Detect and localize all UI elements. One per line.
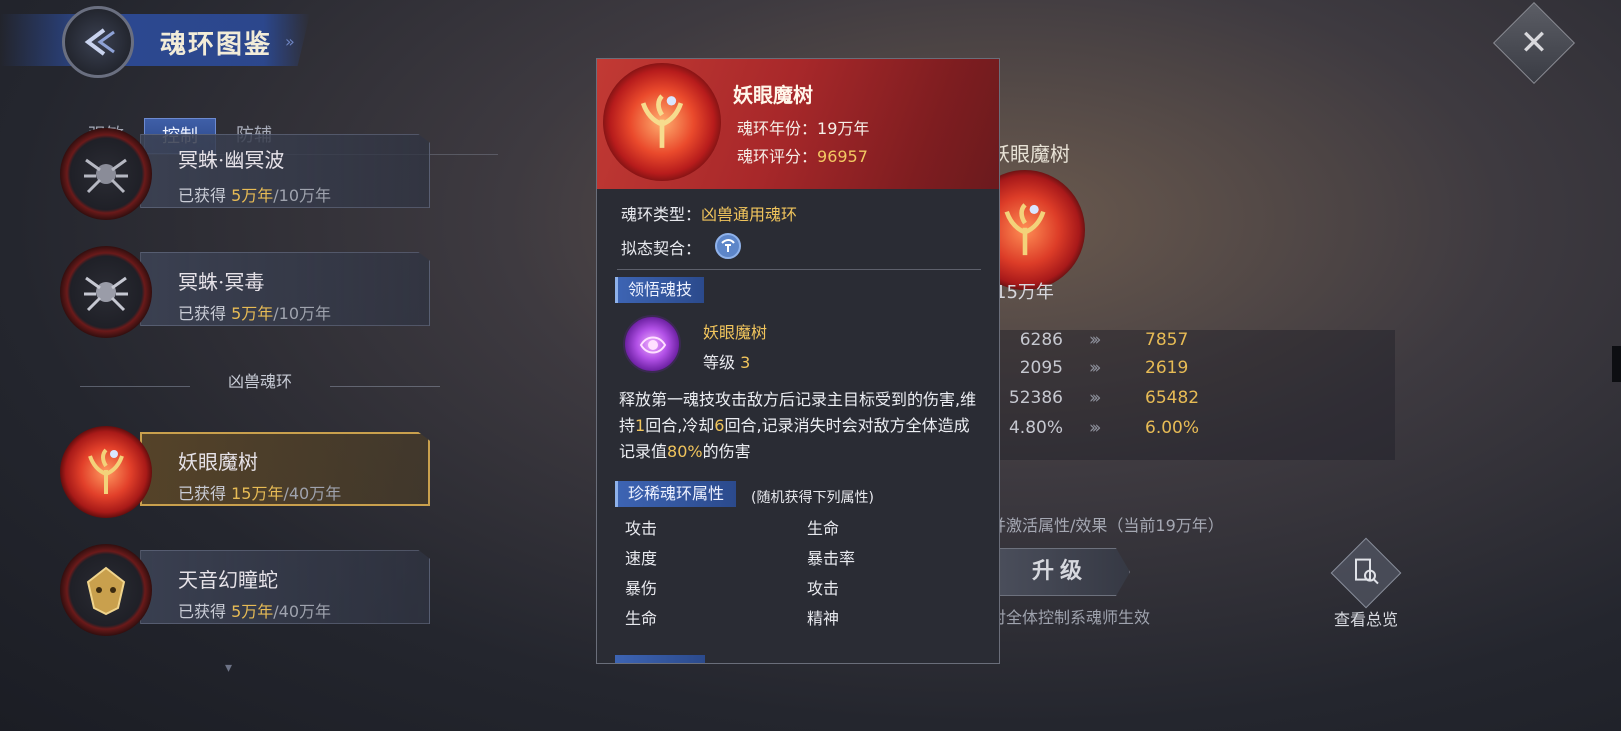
skill-name: 妖眼魔树 (703, 323, 768, 342)
attr-item: 精神 (807, 609, 840, 628)
stat-row: 6286 ››› 7857 (1019, 330, 1189, 350)
skill-level: 等级 3 (703, 353, 751, 372)
ring-tooltip-popup: 妖眼魔树 魂环年份：19万年 魂环评分：96957 魂环类型：凶兽通用魂环 拟态… (596, 58, 1000, 664)
upgrade-button[interactable]: 升级 (990, 548, 1130, 596)
popup-title: 妖眼魔树 (733, 83, 813, 107)
section-label: 凶兽魂环 (227, 372, 292, 391)
title-chevron-icon: » (285, 32, 295, 51)
upgrade-note: 对全体控制系魂师生效 (990, 608, 1151, 627)
list-item[interactable]: 天音幻瞳蛇 已获得 5万年/40万年 (60, 544, 430, 636)
list-item-progress: 已获得 15万年/40万年 (178, 484, 342, 503)
list-item[interactable]: 冥蛛·冥毒 已获得 5万年/10万年 (60, 246, 430, 338)
popup-score: 魂环评分：96957 (737, 147, 868, 166)
attr-item: 生命 (807, 519, 840, 538)
overview-icon-frame (1330, 537, 1402, 609)
overview-button[interactable]: 查看总览 (1318, 537, 1414, 630)
arrow-right-icon: ››› (1089, 418, 1102, 438)
rare-attr-note: (随机获得下列属性) (751, 490, 874, 506)
section-divider (330, 386, 440, 387)
attr-item: 生命 (625, 609, 658, 628)
stat-row: 2095 ››› 2619 (1019, 358, 1189, 378)
list-item-selected[interactable]: 妖眼魔树 已获得 15万年/40万年 (60, 426, 430, 518)
activate-hint: 并激活属性/效果（当前19万年） (990, 516, 1224, 535)
soul-ring-avatar (60, 128, 152, 220)
list-item-progress: 已获得 5万年/10万年 (178, 304, 332, 323)
soul-ring-avatar (60, 544, 152, 636)
list-item-name: 冥蛛·幽冥波 (178, 148, 285, 172)
skill-badge: 领悟魂技 (615, 277, 705, 303)
soul-ring-avatar (60, 246, 152, 338)
ring-type-row: 魂环类型：凶兽通用魂环 (621, 205, 798, 224)
spider-icon (84, 158, 128, 194)
arrow-right-icon: ››› (1089, 358, 1102, 378)
rare-attr-badge: 珍稀魂环属性 (615, 481, 737, 507)
soul-ring-avatar (60, 426, 152, 518)
list-item-name: 冥蛛·冥毒 (178, 270, 265, 294)
stat-comparison: 6286 ››› 7857 2095 ››› 2619 52386 ››› 65482 4.… (975, 330, 1395, 460)
skill-icon (623, 315, 681, 373)
list-item-progress: 已获得 5万年/40万年 (178, 602, 332, 621)
demon-tree-icon (1004, 203, 1046, 256)
back-arrow-icon (84, 28, 115, 56)
stat-row: 4.80% ››› 6.00% (1008, 418, 1200, 438)
attr-item: 速度 (625, 549, 658, 568)
list-item-name: 天音幻瞳蛇 (178, 568, 278, 592)
attr-item: 攻击 (807, 579, 840, 598)
mimic-label: 拟态契合： (621, 239, 702, 258)
list-item-name: 妖眼魔树 (178, 450, 258, 474)
close-button[interactable]: ✕ (1492, 1, 1576, 85)
demon-tree-icon (88, 448, 124, 494)
page-title: 魂环图鉴 (160, 30, 273, 60)
side-handle[interactable] (1612, 346, 1621, 382)
overview-label: 查看总览 (1333, 610, 1398, 629)
back-button[interactable] (62, 6, 134, 78)
document-search-icon (1355, 558, 1379, 585)
eye-vortex-icon (639, 336, 667, 354)
arrow-right-icon: ››› (1089, 388, 1102, 408)
list-item-progress: 已获得 5万年/10万年 (178, 186, 332, 205)
popup-year: 魂环年份：19万年 (737, 119, 870, 138)
stat-row: 52386 ››› 65482 (1008, 388, 1200, 408)
next-section-badge (615, 655, 705, 663)
demon-tree-icon (640, 94, 684, 148)
popup-header: 妖眼魔树 魂环年份：19万年 魂环评分：96957 (597, 59, 999, 189)
arrow-right-icon: ››› (1089, 330, 1102, 350)
popup-ring-image (603, 63, 721, 181)
mimic-icon (715, 233, 741, 259)
close-x-icon: ✕ (1519, 23, 1549, 63)
snake-head-icon (86, 566, 126, 616)
scroll-down-icon[interactable]: ▾ (225, 660, 232, 676)
attr-item: 攻击 (625, 519, 658, 538)
skill-description: 释放第一魂技攻击敌方后记录主目标受到的伤害,维持1回合,冷却6回合,记录消失时会… (619, 390, 977, 461)
list-item[interactable]: 冥蛛·幽冥波 已获得 5万年/10万年 (60, 128, 430, 220)
detail-ring-year: 15万年 (995, 282, 1054, 303)
spider-icon (84, 276, 128, 312)
detail-ring-name: 妖眼魔树 (990, 142, 1070, 166)
attr-item: 暴伤 (625, 579, 658, 598)
divider (617, 269, 981, 270)
attr-item: 暴击率 (807, 549, 856, 568)
